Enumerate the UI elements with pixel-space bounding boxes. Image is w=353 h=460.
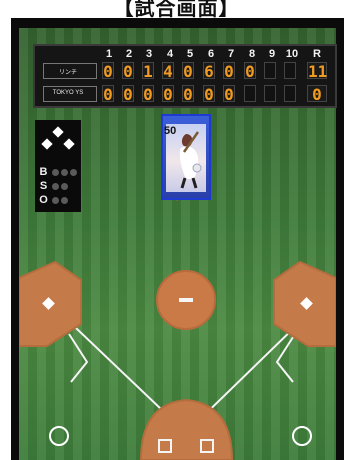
outs-label: O [39, 194, 48, 206]
strike-dot-2 [61, 183, 68, 190]
out-dot-2 [61, 197, 68, 204]
team-1-inning-7: 0 [223, 62, 235, 81]
strike-dot-1 [52, 183, 59, 190]
team-1-total-runs: 11 [307, 62, 328, 81]
team-2-total-runs: 0 [307, 85, 327, 103]
team-2-inning-4: 0 [162, 85, 174, 104]
inning-9-header: 9 [268, 48, 276, 60]
team-2-inning-9 [264, 85, 276, 102]
first-base-indicator [63, 138, 75, 150]
second-base-indicator [52, 126, 64, 138]
balls-label: B [39, 166, 48, 178]
team-2-inning-7: 0 [223, 85, 235, 104]
scoreboard: 1 2 3 4 5 6 7 8 9 10 R リンチ TOKYO YS 0 0 … [33, 44, 337, 108]
inning-6-header: 6 [207, 48, 215, 60]
batter-card-number: 50 [164, 125, 177, 137]
out-dot-1 [52, 197, 59, 204]
inning-10-header: 10 [285, 48, 299, 60]
inning-3-header: 3 [145, 48, 153, 60]
inning-4-header: 4 [166, 48, 174, 60]
base-diamond-icon [41, 126, 75, 150]
inning-7-header: 7 [227, 48, 235, 60]
team-2-inning-3: 0 [142, 85, 154, 104]
team-1-inning-8: 0 [244, 62, 256, 81]
pitchers-plate [179, 298, 193, 302]
team-2-inning-1: 0 [102, 85, 114, 104]
inning-5-header: 5 [186, 48, 194, 60]
team-1-inning-1: 0 [102, 62, 114, 81]
team-2-inning-2: 0 [122, 85, 134, 104]
team-2-inning-6: 0 [203, 85, 215, 104]
team-2-inning-5: 0 [182, 85, 194, 104]
inning-2-header: 2 [125, 48, 133, 60]
team-2-name: TOKYO YS [52, 90, 84, 96]
team-1-inning-9 [264, 62, 276, 79]
strikes-label: S [39, 180, 48, 192]
team-1-inning-2: 0 [122, 62, 134, 81]
ball-dot-1 [52, 169, 59, 176]
ball-dot-3 [70, 169, 77, 176]
inning-8-header: 8 [248, 48, 256, 60]
ball-dot-2 [61, 169, 68, 176]
screen-title: 【試合画面】 [113, 0, 240, 20]
third-base-indicator [41, 138, 53, 150]
team-2-inning-8 [244, 85, 256, 102]
team-1-inning-5: 0 [182, 62, 194, 81]
team-1-inning-3: 1 [142, 62, 154, 81]
count-panel: B S O [35, 120, 81, 212]
inning-1-header: 1 [105, 48, 113, 60]
team-2-inning-10 [284, 85, 296, 102]
team-1-inning-6: 6 [203, 62, 215, 81]
runs-header: R [313, 48, 321, 60]
batter-card[interactable]: 50 [161, 114, 211, 200]
team-1-inning-10 [284, 62, 296, 79]
team-1-name: リンチ [58, 70, 77, 76]
team-1-inning-4: 4 [162, 62, 174, 81]
